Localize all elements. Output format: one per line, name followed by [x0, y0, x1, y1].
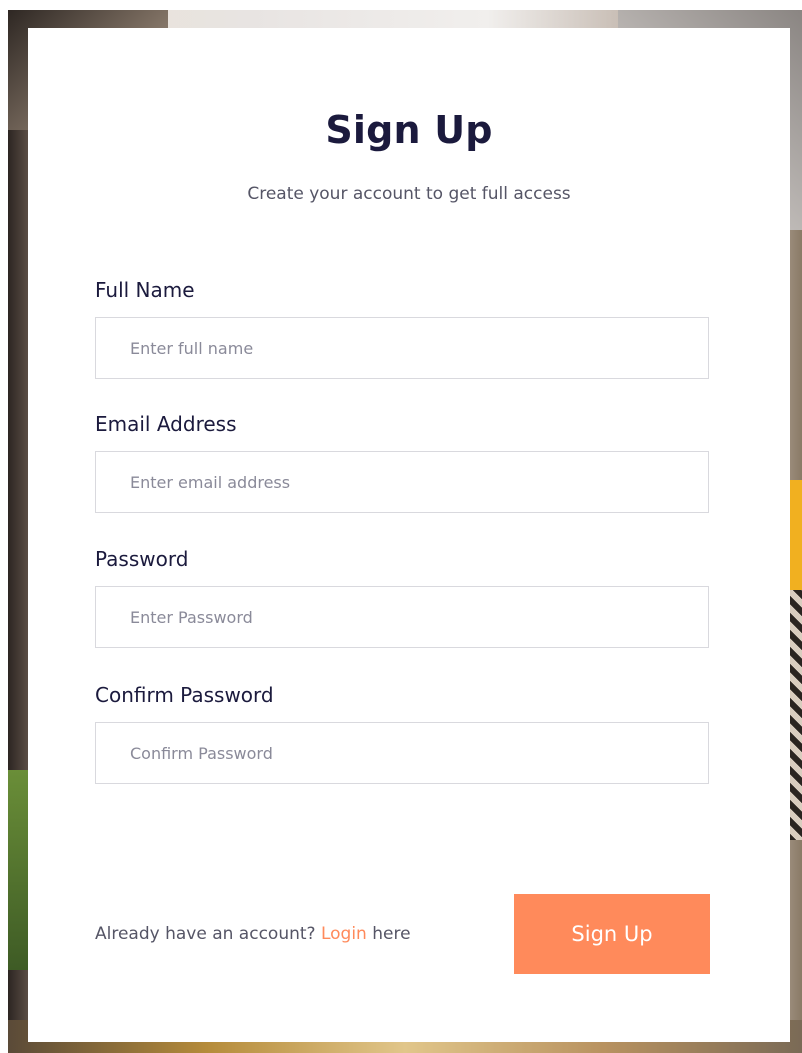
login-prompt-prefix: Already have an account?: [95, 924, 316, 944]
password-label: Password: [95, 547, 189, 571]
password-input[interactable]: [95, 586, 709, 648]
background-photo-segment: [788, 480, 802, 590]
background-photo-segment: [788, 590, 802, 840]
page-title: Sign Up: [325, 108, 493, 152]
signup-card: Sign Up Create your account to get full …: [28, 28, 790, 1042]
page-subtitle: Create your account to get full access: [247, 184, 571, 204]
login-link[interactable]: Login: [321, 924, 367, 944]
confirm-password-input[interactable]: [95, 722, 709, 784]
background-photo-segment: [8, 770, 30, 970]
email-address-input[interactable]: [95, 451, 709, 513]
login-prompt: Already have an account? Login here: [95, 924, 411, 944]
full-name-input[interactable]: [95, 317, 709, 379]
confirm-password-label: Confirm Password: [95, 683, 274, 707]
full-name-label: Full Name: [95, 278, 195, 302]
sign-up-button[interactable]: Sign Up: [514, 894, 710, 974]
login-prompt-suffix: here: [372, 924, 411, 944]
email-address-label: Email Address: [95, 412, 237, 436]
